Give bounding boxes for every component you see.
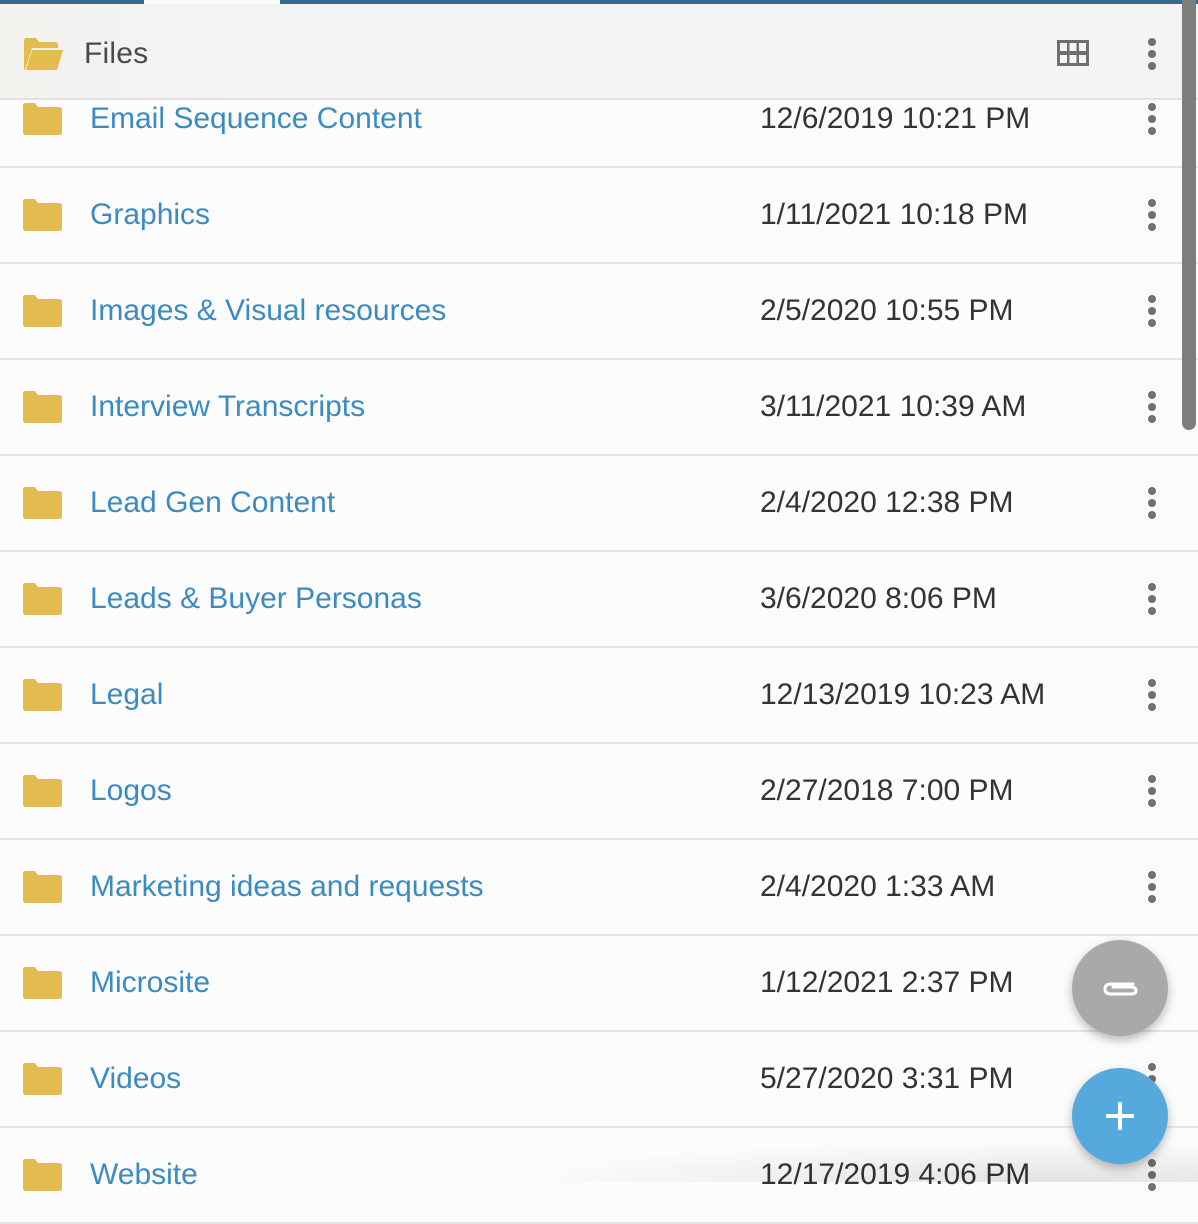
more-vertical-icon — [1148, 103, 1156, 135]
add-new-button[interactable] — [1072, 1068, 1168, 1164]
folder-icon — [23, 679, 62, 711]
modified-date: 12/6/2019 10:21 PM — [760, 102, 1031, 135]
more-vertical-icon — [1148, 199, 1156, 231]
row-more-button[interactable] — [1136, 193, 1168, 237]
more-vertical-icon — [1148, 38, 1156, 70]
file-name-link[interactable]: Videos — [90, 1062, 181, 1096]
file-name-link[interactable]: Leads & Buyer Personas — [90, 582, 422, 616]
modified-date: 1/11/2021 10:18 PM — [760, 198, 1028, 231]
file-row[interactable]: Legal 12/13/2019 10:23 AM — [0, 648, 1198, 744]
paperclip-icon — [1103, 982, 1138, 996]
folder-icon — [23, 295, 62, 327]
page-title: Files — [84, 37, 149, 70]
plus-icon — [1106, 1102, 1134, 1130]
folder-icon — [23, 391, 62, 423]
file-row[interactable]: Microsite 1/12/2021 2:37 PM — [0, 936, 1198, 1032]
file-name-link[interactable]: Marketing ideas and requests — [90, 870, 484, 904]
modified-date: 2/5/2020 10:55 PM — [760, 294, 1014, 327]
row-more-button[interactable] — [1136, 865, 1168, 909]
modified-date: 2/4/2020 1:33 AM — [760, 870, 996, 903]
file-row[interactable]: Graphics 1/11/2021 10:18 PM — [0, 168, 1198, 264]
folder-icon — [23, 1063, 62, 1095]
more-vertical-icon — [1148, 487, 1156, 519]
row-more-button[interactable] — [1136, 481, 1168, 525]
more-vertical-icon — [1148, 295, 1156, 327]
row-more-button[interactable] — [1136, 769, 1168, 813]
file-name-link[interactable]: Legal — [90, 678, 163, 712]
folder-icon — [23, 775, 62, 807]
modified-date: 5/27/2020 3:31 PM — [760, 1062, 1014, 1095]
modified-date: 2/27/2018 7:00 PM — [760, 774, 1014, 807]
file-name-link[interactable]: Logos — [90, 774, 172, 808]
attach-file-button[interactable] — [1072, 940, 1168, 1036]
header-title-group: Files — [22, 34, 148, 74]
row-more-button[interactable] — [1136, 289, 1168, 333]
folder-icon — [23, 583, 62, 615]
folder-icon — [23, 199, 62, 231]
file-name-link[interactable]: Lead Gen Content — [90, 486, 335, 520]
row-more-button[interactable] — [1136, 97, 1168, 141]
files-header: Files — [0, 4, 1198, 100]
file-row[interactable]: Videos 5/27/2020 3:31 PM — [0, 1032, 1198, 1128]
row-more-button[interactable] — [1136, 673, 1168, 717]
file-row[interactable]: Images & Visual resources 2/5/2020 10:55 … — [0, 264, 1198, 360]
file-name-link[interactable]: Microsite — [90, 966, 210, 1000]
file-name-link[interactable]: Images & Visual resources — [90, 294, 446, 328]
folder-icon — [23, 1159, 62, 1191]
folder-icon — [23, 487, 62, 519]
header-more-button[interactable] — [1134, 32, 1170, 76]
file-name-link[interactable]: Email Sequence Content — [90, 102, 422, 136]
modified-date: 2/4/2020 12:38 PM — [760, 486, 1014, 519]
folder-icon — [23, 871, 62, 903]
scrollbar-thumb[interactable] — [1182, 0, 1196, 430]
file-list: Email Sequence Content 12/6/2019 10:21 PM… — [0, 72, 1198, 1224]
file-row[interactable]: Interview Transcripts 3/11/2021 10:39 AM — [0, 360, 1198, 456]
more-vertical-icon — [1148, 391, 1156, 423]
more-vertical-icon — [1148, 871, 1156, 903]
file-name-link[interactable]: Graphics — [90, 198, 210, 232]
row-more-button[interactable] — [1136, 577, 1168, 621]
more-vertical-icon — [1148, 679, 1156, 711]
folder-open-icon — [24, 38, 63, 70]
file-name-link[interactable]: Interview Transcripts — [90, 390, 365, 424]
row-more-button[interactable] — [1136, 385, 1168, 429]
more-vertical-icon — [1148, 583, 1156, 615]
folder-icon — [23, 967, 62, 999]
modified-date: 12/13/2019 10:23 AM — [760, 678, 1046, 711]
modified-date: 12/17/2019 4:06 PM — [760, 1158, 1031, 1191]
modified-date: 3/11/2021 10:39 AM — [760, 390, 1027, 423]
folder-icon — [23, 103, 62, 135]
file-row[interactable]: Leads & Buyer Personas 3/6/2020 8:06 PM — [0, 552, 1198, 648]
grid-view-button[interactable] — [1052, 36, 1094, 70]
modified-date: 1/12/2021 2:37 PM — [760, 966, 1014, 999]
file-name-link[interactable]: Website — [90, 1158, 198, 1192]
grid-view-icon — [1057, 40, 1089, 66]
file-row[interactable]: Website 12/17/2019 4:06 PM — [0, 1128, 1198, 1224]
modified-date: 3/6/2020 8:06 PM — [760, 582, 997, 615]
file-row[interactable]: Logos 2/27/2018 7:00 PM — [0, 744, 1198, 840]
row-more-button[interactable] — [1136, 1153, 1168, 1197]
file-row[interactable]: Marketing ideas and requests 2/4/2020 1:3… — [0, 840, 1198, 936]
file-row[interactable]: Lead Gen Content 2/4/2020 12:38 PM — [0, 456, 1198, 552]
more-vertical-icon — [1148, 775, 1156, 807]
more-vertical-icon — [1148, 1159, 1156, 1191]
